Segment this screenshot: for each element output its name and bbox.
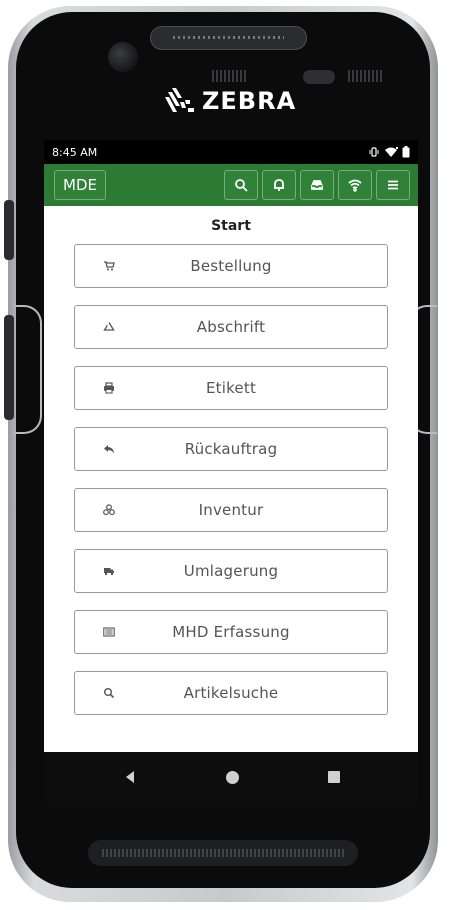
side-button-scan xyxy=(4,315,14,420)
inbox-icon xyxy=(311,180,323,190)
vibrate-icon xyxy=(369,147,379,157)
status-time: 8:45 AM xyxy=(52,145,98,159)
connection-button[interactable] xyxy=(338,170,372,200)
back-icon[interactable] xyxy=(123,770,137,784)
menu-label: Bestellung xyxy=(190,257,272,275)
cart-icon xyxy=(103,260,115,272)
wifi-icon xyxy=(385,147,398,157)
home-icon[interactable] xyxy=(225,770,239,784)
menu-button-abschrift[interactable]: Abschrift xyxy=(74,305,388,349)
side-button-volume xyxy=(4,200,14,260)
screen: 8:45 AM MDE Start Bestellung Abschrift E… xyxy=(44,140,418,752)
search-icon xyxy=(235,179,248,192)
app-bar-actions xyxy=(224,170,410,200)
sensor-mesh xyxy=(348,70,384,82)
search-button[interactable] xyxy=(224,170,258,200)
menu-label: Inventur xyxy=(198,501,264,519)
menu-button-etikett[interactable]: Etikett xyxy=(74,366,388,410)
menu-label: Rückauftrag xyxy=(184,440,278,458)
speaker-grille xyxy=(150,26,307,50)
sensor-mesh xyxy=(212,70,248,82)
menu-button-mhd-erfassung[interactable]: MHD Erfassung xyxy=(74,610,388,654)
notifications-button[interactable] xyxy=(262,170,296,200)
boxes-icon xyxy=(103,504,115,516)
list-icon xyxy=(103,626,115,638)
menu-label: MHD Erfassung xyxy=(172,623,290,641)
main-menu: Bestellung Abschrift Etikett Rückauftrag xyxy=(44,244,418,715)
search-icon xyxy=(103,687,115,699)
menu-label: Artikelsuche xyxy=(183,684,279,702)
proximity-sensor xyxy=(303,70,335,84)
menu-button-bestellung[interactable]: Bestellung xyxy=(74,244,388,288)
brand-name: ZEBRA xyxy=(202,87,297,115)
grip-left xyxy=(14,305,42,434)
stage: ZEBRA 8:45 AM MDE Start Bestellung Absch… xyxy=(0,0,451,910)
inbox-button[interactable] xyxy=(300,170,334,200)
menu-button-rueckauftrag[interactable]: Rückauftrag xyxy=(74,427,388,471)
menu-icon xyxy=(388,180,398,190)
app-bar: MDE xyxy=(44,164,418,206)
status-icons xyxy=(368,146,410,158)
battery-icon xyxy=(402,146,410,158)
menu-label: Etikett xyxy=(205,379,257,397)
menu-label: Umlagerung xyxy=(183,562,279,580)
menu-label: Abschrift xyxy=(196,318,266,336)
page-title: Start xyxy=(211,218,251,234)
brand: ZEBRA xyxy=(162,84,302,118)
menu-button[interactable] xyxy=(376,170,410,200)
status-bar: 8:45 AM xyxy=(44,140,418,164)
wifi-icon xyxy=(348,179,362,192)
print-icon xyxy=(103,382,115,394)
mde-home-button[interactable]: MDE xyxy=(54,170,106,200)
android-nav-bar xyxy=(44,752,418,802)
bottom-speaker-grille xyxy=(88,840,358,866)
bell-icon xyxy=(274,179,284,191)
recycle-icon xyxy=(103,321,115,333)
truck-icon xyxy=(103,565,115,577)
reply-icon xyxy=(103,443,115,455)
menu-button-artikelsuche[interactable]: Artikelsuche xyxy=(74,671,388,715)
recent-apps-icon[interactable] xyxy=(327,771,340,783)
menu-button-inventur[interactable]: Inventur xyxy=(74,488,388,532)
camera-icon xyxy=(108,42,138,72)
menu-button-umlagerung[interactable]: Umlagerung xyxy=(74,549,388,593)
zebra-logo-icon xyxy=(165,88,194,112)
